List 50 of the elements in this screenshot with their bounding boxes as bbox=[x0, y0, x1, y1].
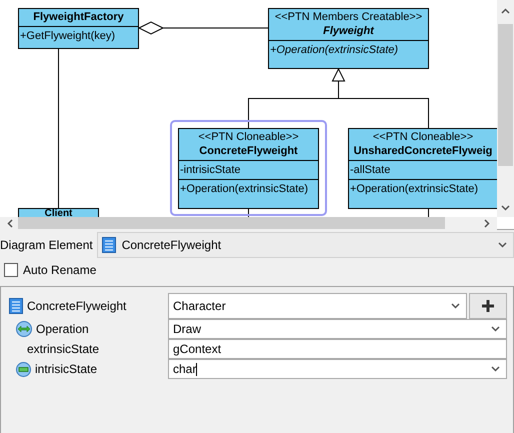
class-operation: +Operation(extrinsicState) bbox=[350, 182, 480, 196]
class-stereotype: <<PTN Cloneable>> bbox=[198, 130, 299, 144]
chevron-down-icon bbox=[491, 326, 500, 332]
dropdown-field[interactable]: char bbox=[168, 359, 507, 379]
class-name: UnsharedConcreteFlyweig bbox=[354, 144, 492, 158]
auto-rename-checkbox[interactable]: Auto Rename bbox=[0, 258, 514, 282]
class-name: ConcreteFlyweight bbox=[199, 144, 298, 158]
scrollbar-thumb[interactable] bbox=[498, 24, 513, 166]
attribute-icon bbox=[16, 362, 31, 376]
class-operation: +Operation(extrinsicState) bbox=[270, 43, 400, 57]
scroll-left-icon[interactable] bbox=[7, 219, 13, 228]
property-name: ConcreteFlyweight bbox=[27, 299, 126, 313]
class-icon bbox=[9, 298, 23, 314]
dropdown-field[interactable]: Character bbox=[168, 293, 467, 319]
class-node[interactable]: FlyweightFactory +GetFlyweight(key) bbox=[18, 8, 139, 49]
class-node[interactable]: <<PTN Cloneable>> UnsharedConcreteFlyweig -allState +Operation(extrinsicState) bbox=[348, 128, 497, 209]
operation-icon bbox=[16, 321, 32, 337]
scroll-down-icon[interactable] bbox=[501, 205, 510, 211]
chevron-down-icon bbox=[498, 242, 507, 248]
scroll-up-icon[interactable] bbox=[501, 8, 510, 14]
selector-label: Diagram Element bbox=[0, 238, 94, 252]
class-name: FlyweightFactory bbox=[33, 10, 124, 24]
property-name: extrinsicState bbox=[27, 342, 100, 356]
class-stereotype: <<PTN Members Creatable>> bbox=[274, 10, 422, 24]
class-icon bbox=[102, 237, 116, 253]
class-node[interactable]: Client bbox=[18, 208, 99, 217]
class-name: Flyweight bbox=[323, 24, 374, 38]
class-operation: +Operation(extrinsicState) bbox=[180, 182, 310, 196]
text-cursor bbox=[196, 363, 198, 376]
scroll-right-icon[interactable] bbox=[484, 219, 490, 228]
horizontal-scrollbar[interactable] bbox=[0, 217, 497, 230]
element-dropdown[interactable]: ConcreteFlyweight bbox=[96, 232, 514, 258]
input-field[interactable]: gContext bbox=[168, 339, 507, 359]
class-attribute: -intrisicState bbox=[180, 163, 242, 177]
checkbox[interactable] bbox=[4, 263, 18, 277]
property-name: Operation bbox=[36, 322, 89, 336]
connector-line bbox=[428, 208, 429, 217]
vertical-scrollbar[interactable] bbox=[497, 0, 514, 217]
add-button[interactable] bbox=[469, 293, 507, 319]
class-stereotype: <<PTN Cloneable>> bbox=[372, 130, 474, 144]
class-attribute: -allState bbox=[350, 163, 392, 177]
class-node[interactable]: <<PTN Members Creatable>> Flyweight +Operation(extrinsicState) bbox=[268, 8, 429, 69]
plus-icon bbox=[481, 299, 495, 313]
chevron-down-icon bbox=[451, 303, 460, 309]
property-name: intrisicState bbox=[35, 362, 98, 376]
class-node[interactable]: <<PTN Cloneable>> ConcreteFlyweight -intrisicState +Operation(extrinsicState) bbox=[178, 128, 319, 209]
dropdown-field[interactable]: Draw bbox=[168, 319, 507, 339]
scrollbar-thumb[interactable] bbox=[18, 217, 445, 229]
class-operation: +GetFlyweight(key) bbox=[20, 29, 116, 43]
chevron-down-icon bbox=[491, 366, 500, 372]
